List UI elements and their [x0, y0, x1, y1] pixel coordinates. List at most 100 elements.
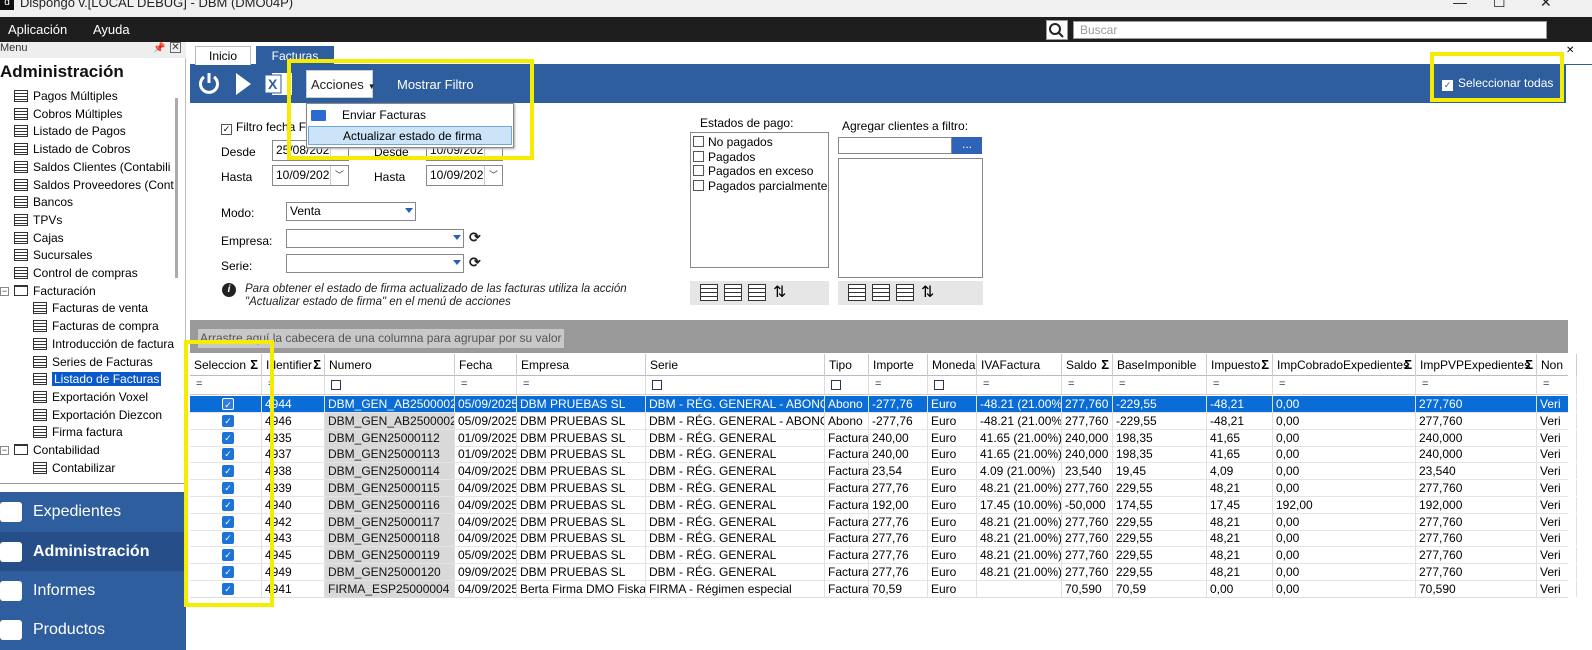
sidebar-scrollbar[interactable] — [175, 98, 178, 278]
column-filter[interactable] — [825, 376, 869, 395]
table-row[interactable]: ✓ 4941 FIRMA_ESP25000004 04/09/2025 Berta Fi… — [190, 580, 1577, 598]
estado-item[interactable]: Pagados — [693, 150, 755, 164]
menu-ayuda[interactable]: Ayuda — [93, 22, 130, 37]
column-header[interactable]: Importe — [869, 354, 928, 376]
table-row[interactable]: ✓ 4944 DBM_GEN_AB25000022 05/09/2025 DBM PRU… — [190, 396, 1577, 413]
play-icon[interactable] — [234, 72, 252, 102]
invert-icon[interactable] — [748, 284, 766, 301]
column-filter[interactable] — [928, 376, 977, 395]
sidebar-item[interactable]: Saldos Clientes (Contabili — [14, 159, 170, 176]
table-row[interactable]: ✓ 4949 DBM_GEN25000120 09/09/2025 DBM PRUEBA… — [190, 564, 1577, 581]
serie-select[interactable] — [286, 254, 464, 273]
sort-icon[interactable]: ⇅ — [773, 282, 791, 301]
sidebar-item[interactable]: Facturas de venta — [33, 300, 148, 317]
refresh-icon[interactable]: ⟳ — [469, 254, 481, 271]
table-row[interactable]: ✓ 4940 DBM_GEN25000116 04/09/2025 DBM PRUEBA… — [190, 496, 1577, 514]
hasta2-date-input[interactable]: 10/09/202 ﹀ — [426, 165, 503, 186]
expander-icon[interactable]: − — [0, 286, 9, 296]
search-icon[interactable] — [1046, 20, 1068, 40]
column-filter[interactable]: = — [1113, 376, 1207, 395]
sort-icon[interactable]: ⇅ — [921, 282, 939, 301]
sidebar-item[interactable]: Listado de Pagos — [14, 123, 126, 140]
column-filter[interactable]: = — [455, 376, 517, 395]
column-header[interactable]: IVAFactura — [977, 354, 1062, 376]
sidebar-item[interactable]: Bancos — [14, 194, 73, 211]
sum-icon[interactable]: Σ — [1101, 354, 1109, 376]
nav-administración[interactable]: Administración — [0, 532, 186, 572]
table-row[interactable]: ✓ 4937 DBM_GEN25000113 01/09/2025 DBM PRUEBA… — [190, 446, 1577, 464]
sidebar-item[interactable]: Facturación — [14, 283, 96, 300]
sum-icon[interactable]: Σ — [1525, 354, 1533, 376]
check-all-icon[interactable] — [700, 284, 718, 301]
cliente-input[interactable] — [838, 137, 952, 154]
refresh-icon[interactable]: ⟳ — [469, 229, 481, 246]
sidebar-item[interactable]: Cobros Múltiples — [14, 106, 122, 123]
column-header[interactable]: Moneda — [928, 354, 977, 376]
column-filter[interactable]: = — [1273, 376, 1416, 395]
hasta-date-input[interactable]: 10/09/202 ﹀ — [272, 165, 349, 186]
sum-icon[interactable]: Σ — [1261, 354, 1269, 376]
column-filter[interactable]: = — [869, 376, 928, 395]
sidebar-item[interactable]: TPVs — [14, 212, 62, 229]
check-none-icon[interactable] — [872, 284, 890, 301]
estado-item[interactable]: Pagados parcialmente — [693, 179, 827, 193]
column-filter[interactable] — [646, 376, 825, 395]
close-tab-icon[interactable]: ✕ — [1566, 45, 1574, 56]
nav-expedientes[interactable]: Expedientes — [0, 492, 186, 532]
invert-icon[interactable] — [896, 284, 914, 301]
column-header[interactable]: Saldo Σ — [1062, 354, 1113, 376]
table-row[interactable]: ✓ 4945 DBM_GEN25000119 05/09/2025 DBM PRUEBA… — [190, 547, 1577, 565]
tab-inicio[interactable]: Inicio — [195, 46, 251, 65]
close-button[interactable]: ✕ — [1540, 0, 1552, 11]
column-header[interactable]: Tipo — [825, 354, 869, 376]
column-header[interactable]: ImpPVPExpedientes Σ — [1416, 354, 1537, 376]
sidebar-item[interactable]: Introducción de factura — [33, 336, 174, 353]
sidebar-item[interactable]: Exportación Voxel — [33, 389, 148, 406]
check-all-icon[interactable] — [848, 284, 866, 301]
sum-icon[interactable]: Σ — [313, 354, 321, 376]
sidebar-item[interactable]: Facturas de compra — [33, 318, 159, 335]
chevron-down-icon[interactable]: ﹀ — [330, 166, 348, 185]
sidebar-item[interactable]: Pagos Múltiples — [14, 88, 118, 105]
maximize-button[interactable]: ☐ — [1493, 0, 1506, 11]
close-panel-icon[interactable]: ✕ — [170, 42, 181, 53]
column-header[interactable]: Numero — [325, 354, 455, 376]
sum-icon[interactable]: Σ — [1404, 354, 1412, 376]
check-none-icon[interactable] — [724, 284, 742, 301]
sidebar-item[interactable]: Control de compras — [14, 265, 138, 282]
modo-select[interactable]: Venta — [286, 202, 416, 221]
sidebar-item[interactable]: Listado de Cobros — [14, 141, 130, 158]
empresa-select[interactable] — [286, 229, 464, 248]
power-icon[interactable] — [196, 70, 222, 102]
column-header[interactable]: BaseImponible — [1113, 354, 1207, 376]
sidebar-item[interactable]: Series de Facturas — [33, 354, 153, 371]
menu-aplicacion[interactable]: Aplicación — [8, 22, 67, 37]
column-filter[interactable]: = — [1207, 376, 1273, 395]
column-header[interactable]: Empresa — [517, 354, 646, 376]
nav-informes[interactable]: Informes — [0, 571, 186, 611]
cliente-search-button[interactable]: ... — [952, 137, 982, 154]
table-row[interactable]: ✓ 4938 DBM_GEN25000114 04/09/2025 DBM PRUEBA… — [190, 463, 1577, 481]
column-header[interactable]: Fecha — [455, 354, 517, 376]
minimize-button[interactable]: — — [1453, 0, 1467, 10]
column-filter[interactable]: = — [1537, 376, 1577, 395]
sidebar-item[interactable]: Exportación Diezcon — [33, 407, 162, 424]
sidebar-item[interactable]: Listado de Facturas — [33, 371, 162, 388]
chevron-down-icon[interactable]: ﹀ — [484, 166, 502, 185]
estado-item[interactable]: Pagados en exceso — [693, 164, 813, 178]
column-filter[interactable] — [325, 376, 455, 395]
sidebar-item[interactable]: Contabilidad — [14, 442, 100, 459]
column-header[interactable]: Serie — [646, 354, 825, 376]
table-row[interactable]: ✓ 4942 DBM_GEN25000117 04/09/2025 DBM PRUEBA… — [190, 513, 1577, 531]
expander-icon[interactable]: − — [0, 446, 9, 455]
column-filter[interactable]: = — [977, 376, 1062, 395]
group-panel[interactable]: Arrastre aquí la cabecera de una columna… — [190, 320, 1568, 353]
column-filter[interactable]: = — [1416, 376, 1537, 395]
column-header[interactable]: Impuesto Σ — [1207, 354, 1273, 376]
table-row[interactable]: ✓ 4935 DBM_GEN25000112 01/09/2025 DBM PRUEBA… — [190, 429, 1577, 447]
column-header[interactable]: Non — [1537, 354, 1577, 376]
sidebar-item[interactable]: Contabilizar — [33, 460, 115, 477]
search-input[interactable]: Buscar — [1073, 21, 1547, 39]
pin-icon[interactable]: 📌 — [153, 43, 165, 54]
sidebar-item[interactable]: Sucursales — [14, 247, 92, 264]
